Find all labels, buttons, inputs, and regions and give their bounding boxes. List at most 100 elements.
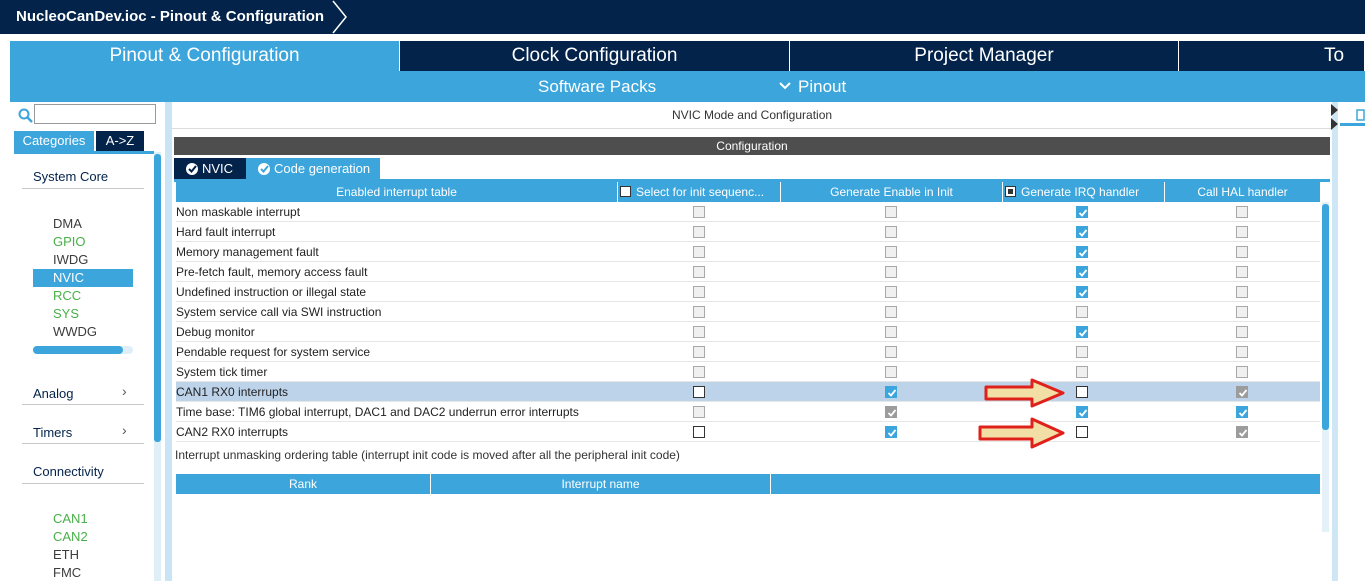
- group-system-core[interactable]: System Core: [33, 169, 108, 184]
- table-row[interactable]: System tick timer: [176, 362, 1320, 382]
- column-rank[interactable]: Rank: [176, 474, 431, 494]
- tab-project-manager[interactable]: Project Manager: [790, 41, 1179, 71]
- gen-enable-checkbox[interactable]: [885, 246, 897, 258]
- call-hal-checkbox[interactable]: [1236, 286, 1248, 298]
- column-enabled-interrupt[interactable]: Enabled interrupt table: [176, 182, 618, 202]
- table-row[interactable]: System service call via SWI instruction: [176, 302, 1320, 322]
- call-hal-checkbox[interactable]: [1236, 206, 1248, 218]
- gen-irq-checkbox[interactable]: [1076, 346, 1088, 358]
- sel-checkbox[interactable]: [693, 206, 705, 218]
- sel-checkbox[interactable]: [693, 326, 705, 338]
- gen-enable-checkbox[interactable]: [885, 426, 897, 438]
- call-hal-checkbox[interactable]: [1236, 426, 1248, 438]
- column-generate-irq[interactable]: Generate IRQ handler: [1003, 182, 1165, 202]
- table-row[interactable]: Non maskable interrupt: [176, 202, 1320, 222]
- gen-enable-checkbox[interactable]: [885, 386, 897, 398]
- sel-checkbox[interactable]: [693, 306, 705, 318]
- category-item-wwdg[interactable]: WWDG: [33, 323, 133, 341]
- system-view-tab[interactable]: [1340, 104, 1365, 126]
- sel-checkbox[interactable]: [693, 266, 705, 278]
- sel-checkbox[interactable]: [693, 406, 705, 418]
- call-hal-checkbox[interactable]: [1236, 386, 1248, 398]
- left-scrollbar-thumb[interactable]: [154, 154, 161, 442]
- gen-irq-checkbox[interactable]: [1076, 286, 1088, 298]
- call-hal-checkbox[interactable]: [1236, 346, 1248, 358]
- call-hal-checkbox[interactable]: [1236, 366, 1248, 378]
- sel-checkbox[interactable]: [693, 386, 705, 398]
- gen-irq-checkbox[interactable]: [1076, 226, 1088, 238]
- category-item-gpio[interactable]: GPIO: [33, 233, 133, 251]
- right-splitter[interactable]: [1332, 102, 1338, 581]
- gen-enable-checkbox[interactable]: [885, 266, 897, 278]
- sel-checkbox[interactable]: [693, 426, 705, 438]
- table-row[interactable]: Memory management fault: [176, 242, 1320, 262]
- gen-irq-checkbox[interactable]: [1076, 246, 1088, 258]
- table-row[interactable]: CAN2 RX0 interrupts: [176, 422, 1320, 442]
- tab-pinout-configuration[interactable]: Pinout & Configuration: [10, 41, 400, 71]
- table-row[interactable]: Debug monitor: [176, 322, 1320, 342]
- tab-nvic[interactable]: NVIC: [174, 158, 246, 180]
- column-select-init-sequence[interactable]: Select for init sequenc...: [618, 182, 781, 202]
- gen-irq-checkbox[interactable]: [1076, 406, 1088, 418]
- column-call-hal[interactable]: Call HAL handler: [1165, 182, 1320, 202]
- search-input[interactable]: [34, 104, 156, 124]
- table-row[interactable]: Hard fault interrupt: [176, 222, 1320, 242]
- call-hal-checkbox[interactable]: [1236, 266, 1248, 278]
- gen-irq-checkbox[interactable]: [1076, 366, 1088, 378]
- table-row[interactable]: Undefined instruction or illegal state: [176, 282, 1320, 302]
- category-item-can1[interactable]: CAN1: [33, 510, 133, 528]
- table-row[interactable]: Pendable request for system service: [176, 342, 1320, 362]
- chevron-right-icon[interactable]: ›: [122, 422, 127, 438]
- gen-irq-checkbox[interactable]: [1076, 426, 1088, 438]
- select-all-checkbox[interactable]: [620, 186, 631, 197]
- software-packs-menu[interactable]: Software Packs: [538, 71, 656, 102]
- gen-enable-checkbox[interactable]: [885, 306, 897, 318]
- sel-checkbox[interactable]: [693, 226, 705, 238]
- category-item-nvic[interactable]: NVIC: [33, 269, 133, 287]
- tab-categories[interactable]: Categories: [14, 131, 94, 151]
- gen-irq-checkbox[interactable]: [1076, 266, 1088, 278]
- table-row[interactable]: Pre-fetch fault, memory access fault: [176, 262, 1320, 282]
- search-icon[interactable]: [18, 108, 34, 124]
- category-item-iwdg[interactable]: IWDG: [33, 251, 133, 269]
- call-hal-checkbox[interactable]: [1236, 326, 1248, 338]
- collapse-arrows-icon[interactable]: [1331, 104, 1339, 130]
- call-hal-checkbox[interactable]: [1236, 246, 1248, 258]
- pinout-menu[interactable]: Pinout: [798, 71, 846, 102]
- sel-checkbox[interactable]: [693, 286, 705, 298]
- gen-enable-checkbox[interactable]: [885, 226, 897, 238]
- gen-irq-checkbox[interactable]: [1076, 306, 1088, 318]
- gen-irq-checkbox[interactable]: [1076, 206, 1088, 218]
- gen-irq-checkbox[interactable]: [1076, 326, 1088, 338]
- tab-clock-configuration[interactable]: Clock Configuration: [400, 41, 790, 71]
- table-scrollbar-thumb[interactable]: [1322, 204, 1329, 430]
- sel-checkbox[interactable]: [693, 246, 705, 258]
- gen-enable-checkbox[interactable]: [885, 326, 897, 338]
- chevron-right-icon[interactable]: ›: [122, 383, 127, 399]
- call-hal-checkbox[interactable]: [1236, 306, 1248, 318]
- horizontal-scrollbar-thumb[interactable]: [33, 346, 123, 354]
- tab-code-generation[interactable]: Code generation: [246, 158, 380, 180]
- tab-tools[interactable]: To: [1179, 41, 1365, 71]
- tab-a-to-z[interactable]: A->Z: [96, 131, 144, 151]
- category-item-sys[interactable]: SYS: [33, 305, 133, 323]
- category-item-can2[interactable]: CAN2: [33, 528, 133, 546]
- gen-enable-checkbox[interactable]: [885, 346, 897, 358]
- table-row[interactable]: CAN1 RX0 interrupts: [176, 382, 1320, 402]
- gen-enable-checkbox[interactable]: [885, 406, 897, 418]
- column-generate-enable[interactable]: Generate Enable in Init: [781, 182, 1003, 202]
- gen-irq-checkbox[interactable]: [1076, 386, 1088, 398]
- table-row[interactable]: Time base: TIM6 global interrupt, DAC1 a…: [176, 402, 1320, 422]
- category-item-eth[interactable]: ETH: [33, 546, 133, 564]
- pane-splitter[interactable]: [165, 102, 172, 581]
- sel-checkbox[interactable]: [693, 366, 705, 378]
- gen-enable-checkbox[interactable]: [885, 366, 897, 378]
- column-interrupt-name[interactable]: Interrupt name: [431, 474, 771, 494]
- category-item-fmc[interactable]: FMC: [33, 564, 133, 582]
- group-connectivity[interactable]: Connectivity: [33, 464, 104, 479]
- call-hal-checkbox[interactable]: [1236, 406, 1248, 418]
- group-analog[interactable]: Analog: [33, 386, 73, 401]
- sel-checkbox[interactable]: [693, 346, 705, 358]
- select-all-irq-checkbox[interactable]: [1005, 186, 1016, 197]
- group-timers[interactable]: Timers: [33, 425, 72, 440]
